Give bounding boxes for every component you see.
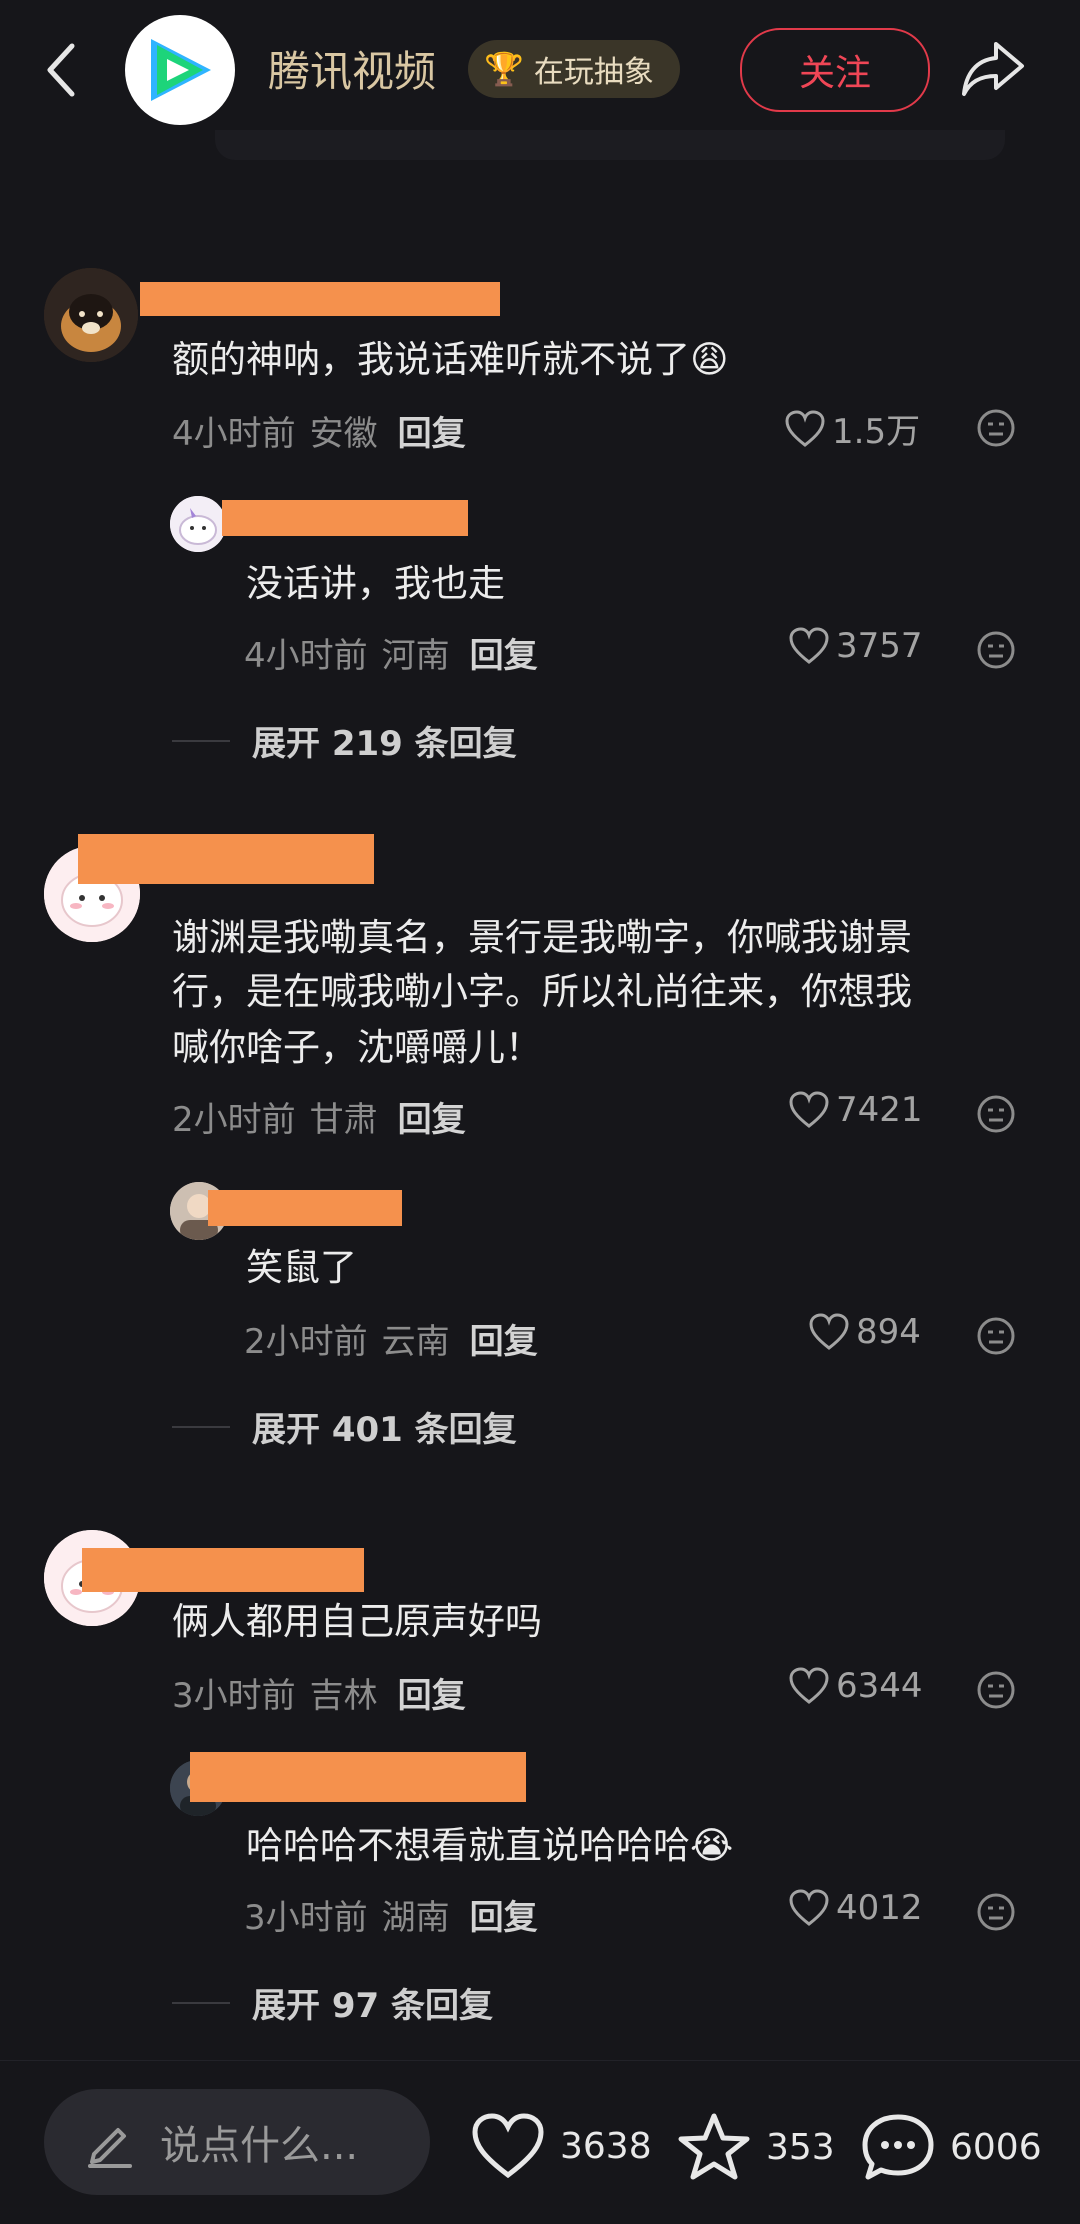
comment-bubble-icon	[862, 2114, 934, 2180]
like-button[interactable]: 3757	[788, 626, 923, 666]
pencil-icon	[88, 2128, 132, 2168]
expand-label: 展开 97 条回复	[252, 1986, 493, 2026]
divider-line	[172, 2001, 230, 2004]
heart-icon	[472, 2113, 544, 2179]
reply-avatar[interactable]	[170, 496, 226, 552]
bunny-avatar-icon	[170, 496, 226, 552]
comment-text-line: 谢渊是我嘞真名，景行是我嘞字，你喊我谢景	[172, 916, 912, 959]
star-icon	[678, 2113, 750, 2180]
like-count: 7421	[836, 1090, 923, 1130]
comment-time: 3小时前	[172, 1676, 296, 1716]
heart-icon	[789, 627, 829, 664]
redacted-username	[140, 282, 500, 316]
dislike-icon[interactable]	[976, 1892, 1016, 1932]
comment-stat-button[interactable]: 6006	[860, 2111, 1042, 2183]
heart-icon	[789, 1667, 829, 1704]
dislike-icon[interactable]	[976, 408, 1016, 448]
reply-location: 河南	[381, 636, 450, 676]
dislike-icon[interactable]	[976, 1316, 1016, 1356]
dislike-icon[interactable]	[976, 1670, 1016, 1710]
reply-button[interactable]: 回复	[398, 414, 466, 454]
comment-location: 吉林	[309, 1676, 378, 1716]
follow-button[interactable]: 关注	[740, 28, 930, 112]
reply-time: 2小时前	[244, 1322, 368, 1362]
favorite-count: 353	[766, 2126, 835, 2168]
reply-text: 没话讲，我也走	[246, 562, 505, 605]
comment-meta: 4小时前 安徽 回复	[172, 406, 466, 455]
header-hint-bar	[215, 130, 1005, 160]
status-badge[interactable]: 🏆 在玩抽象	[468, 40, 680, 98]
back-arrow-icon[interactable]	[40, 38, 84, 102]
share-icon[interactable]	[958, 36, 1028, 102]
tencent-video-logo-icon	[151, 39, 211, 101]
comment-input[interactable]: 说点什么...	[44, 2089, 430, 2195]
redacted-username	[82, 1548, 364, 1592]
channel-avatar[interactable]	[125, 15, 235, 125]
heart-icon	[789, 1889, 829, 1926]
like-count: 3638	[560, 2125, 652, 2167]
comment-meta: 2小时前 甘肃 回复	[172, 1092, 466, 1141]
dislike-icon[interactable]	[976, 1094, 1016, 1134]
expand-replies-button[interactable]: 展开 219 条回复	[172, 716, 517, 765]
badge-label: 在玩抽象	[533, 55, 654, 90]
dislike-icon[interactable]	[976, 630, 1016, 670]
like-button[interactable]: 6344	[788, 1666, 923, 1706]
like-count: 894	[856, 1312, 921, 1352]
expand-replies-button[interactable]: 展开 97 条回复	[172, 1978, 493, 2027]
redacted-username	[222, 500, 468, 536]
comment-text-line: 行，是在喊我嘞小字。所以礼尚往来，你想我	[172, 970, 912, 1013]
expand-replies-button[interactable]: 展开 401 条回复	[172, 1402, 517, 1451]
like-stat-button[interactable]: 3638	[470, 2111, 652, 2181]
comment-text: 额的神呐，我说话难听就不说了😩	[172, 338, 729, 381]
like-button[interactable]: 7421	[788, 1090, 923, 1130]
figure-icon: 🏆	[484, 50, 524, 88]
heart-icon	[789, 1091, 829, 1128]
comment-time: 4小时前	[172, 414, 296, 454]
reply-button[interactable]: 回复	[470, 1322, 538, 1362]
heart-icon	[809, 1313, 849, 1350]
comment-text: 俩人都用自己原声好吗	[172, 1600, 542, 1643]
comment-location: 安徽	[309, 414, 378, 454]
comment-location: 甘肃	[309, 1100, 378, 1140]
reply-meta: 2小时前 云南 回复	[244, 1314, 538, 1363]
comment-count: 6006	[950, 2126, 1042, 2168]
reply-text: 笑鼠了	[246, 1246, 357, 1289]
like-count: 6344	[836, 1666, 923, 1706]
reply-time: 3小时前	[244, 1898, 368, 1938]
like-button[interactable]: 4012	[788, 1888, 923, 1928]
favorite-stat-button[interactable]: 353	[676, 2111, 835, 2183]
reply-time: 4小时前	[244, 636, 368, 676]
like-count: 3757	[836, 626, 923, 666]
commenter-avatar[interactable]	[44, 268, 138, 362]
like-button[interactable]: 1.5万	[784, 404, 920, 453]
top-bar: 腾讯视频 🏆 在玩抽象 关注	[0, 0, 1080, 140]
reply-text: 哈哈哈不想看就直说哈哈哈😭	[246, 1824, 734, 1867]
reply-location: 湖南	[381, 1898, 450, 1938]
heart-icon	[785, 409, 825, 447]
like-button[interactable]: 894	[808, 1312, 921, 1352]
reply-button[interactable]: 回复	[398, 1100, 466, 1140]
input-placeholder: 说点什么...	[160, 2123, 359, 2169]
redacted-username	[208, 1190, 402, 1226]
dog-avatar-icon	[44, 268, 138, 362]
bottom-bar: 说点什么... 3638 353 6006	[0, 2060, 1080, 2224]
expand-label: 展开 219 条回复	[252, 724, 517, 764]
like-count: 1.5万	[832, 412, 921, 452]
reply-button[interactable]: 回复	[470, 636, 538, 676]
divider-line	[172, 739, 230, 742]
expand-label: 展开 401 条回复	[252, 1410, 517, 1450]
divider-line	[172, 1425, 230, 1428]
reply-meta: 3小时前 湖南 回复	[244, 1890, 538, 1939]
comment-meta: 3小时前 吉林 回复	[172, 1668, 466, 1717]
redacted-username	[78, 834, 374, 884]
comment-text-line: 喊你啥子，沈嚼嚼儿！	[172, 1026, 542, 1069]
reply-button[interactable]: 回复	[398, 1676, 466, 1716]
like-count: 4012	[836, 1888, 923, 1928]
comment-time: 2小时前	[172, 1100, 296, 1140]
reply-button[interactable]: 回复	[470, 1898, 538, 1938]
reply-location: 云南	[381, 1322, 450, 1362]
channel-name[interactable]: 腾讯视频	[268, 38, 436, 99]
redacted-username	[190, 1752, 526, 1802]
reply-meta: 4小时前 河南 回复	[244, 628, 538, 677]
